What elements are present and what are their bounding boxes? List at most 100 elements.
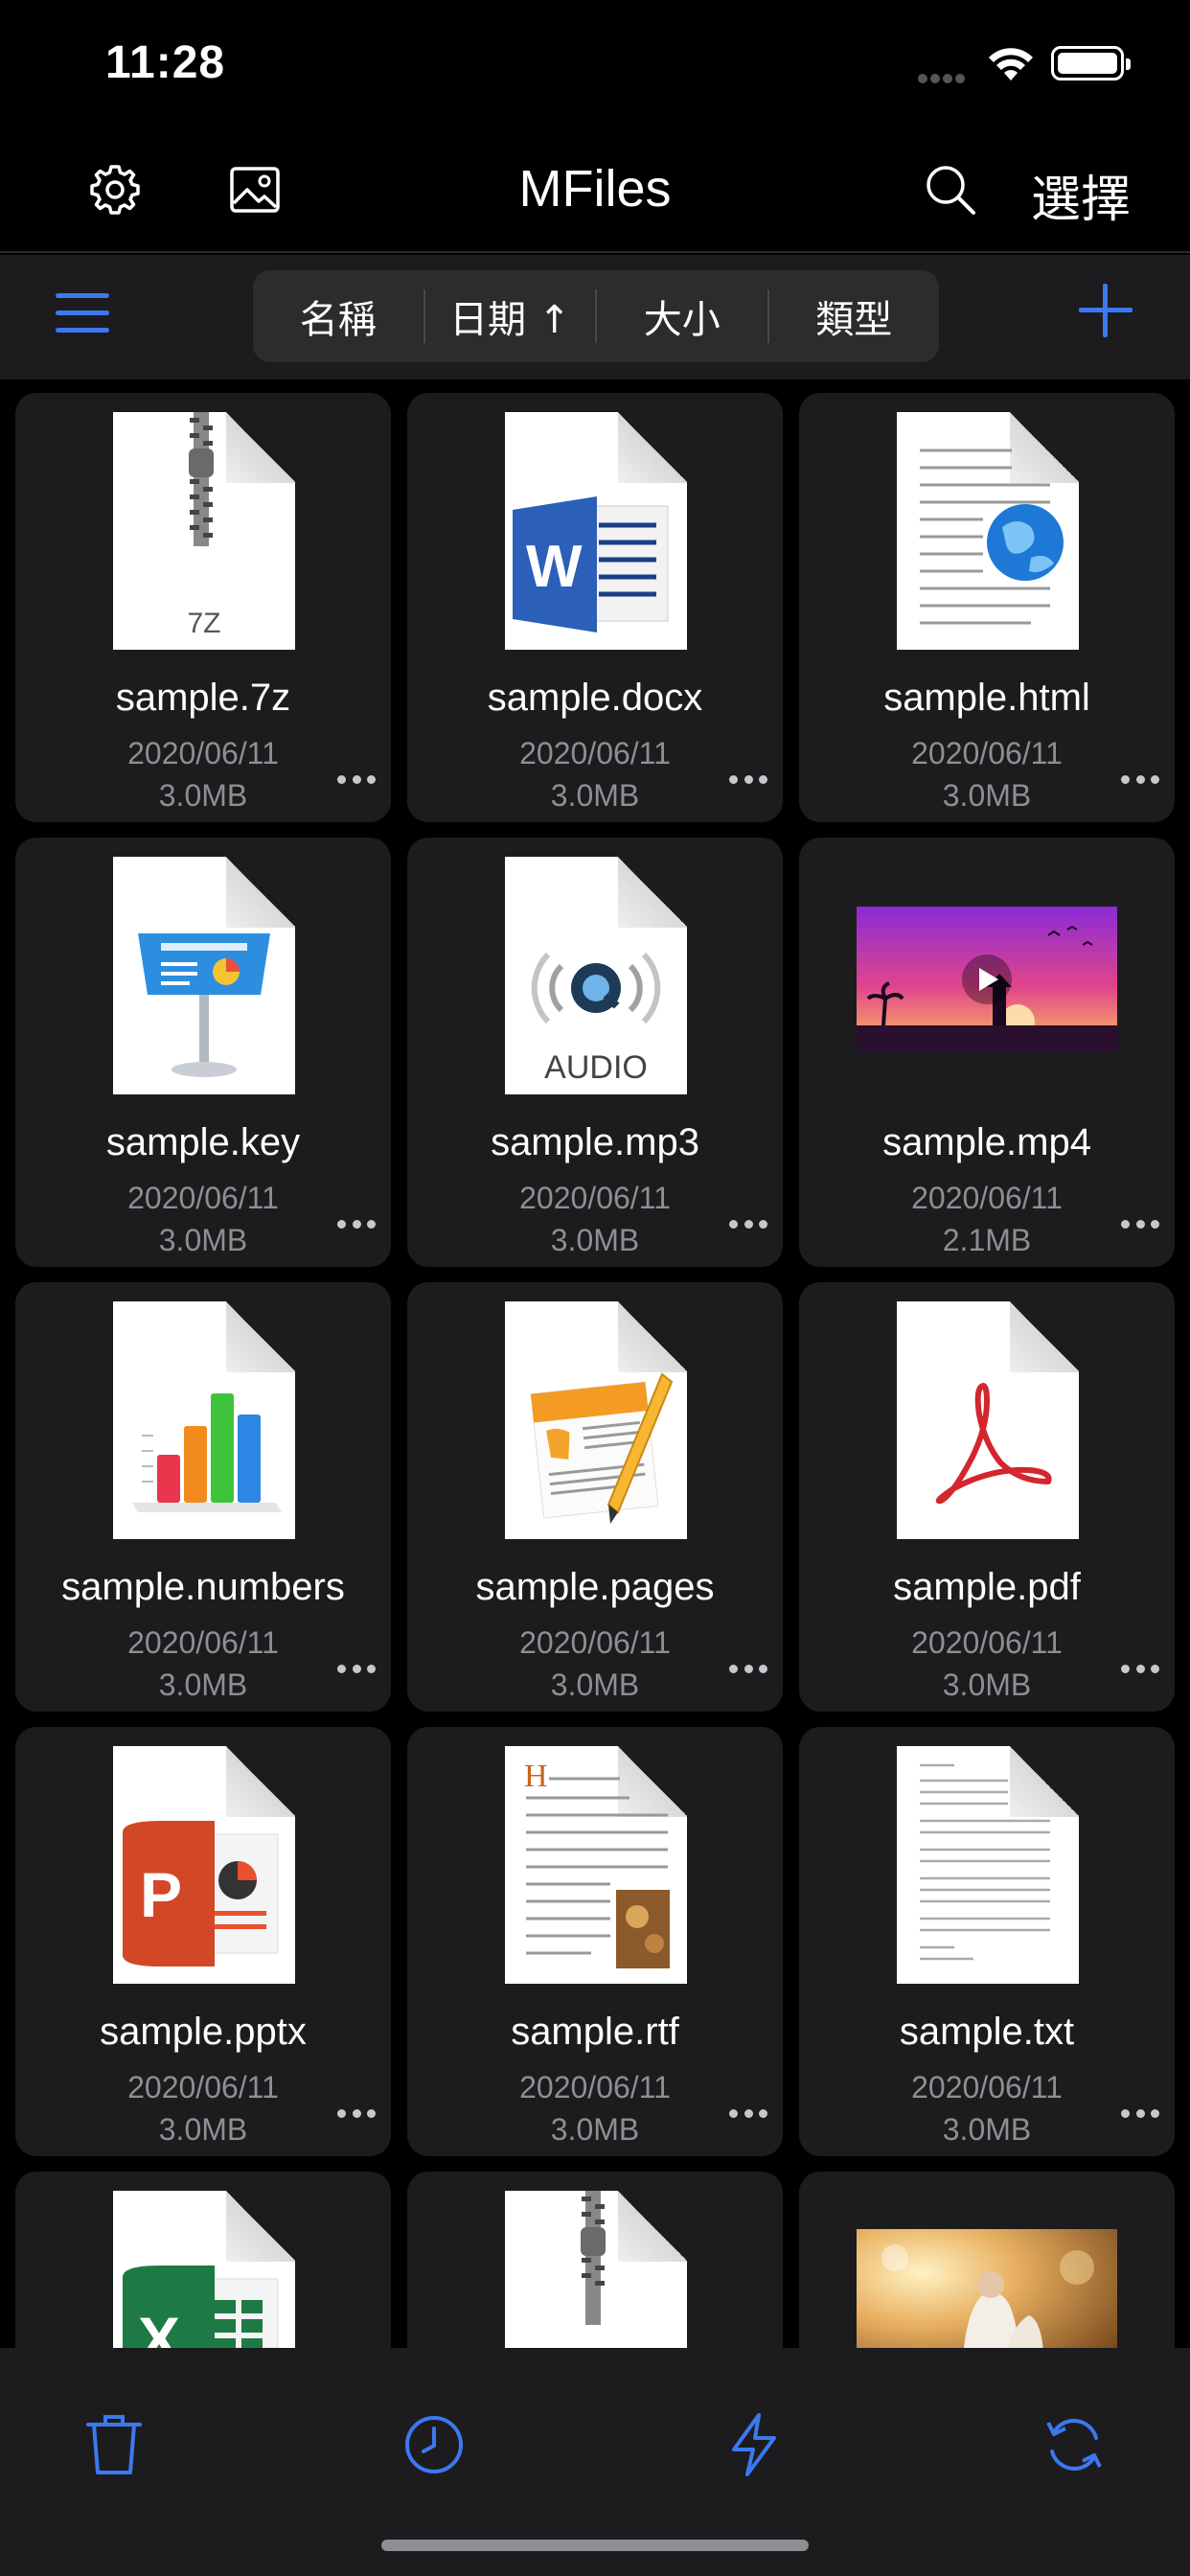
file-card[interactable]: sample.key 2020/06/11 3.0MB [15, 838, 391, 1267]
sync-icon[interactable] [1041, 2411, 1108, 2478]
cellular-signal-icon [918, 71, 972, 83]
file-date: 2020/06/11 [127, 736, 279, 770]
file-name: sample.docx [487, 677, 703, 719]
file-card[interactable]: P sample.pptx 2020/06/11 3.0MB [15, 1727, 391, 2156]
svg-text:W: W [526, 534, 583, 600]
numbers-document-icon [113, 1301, 295, 1539]
file-card[interactable]: H sample.rtf 2020/06/11 3.0MB [407, 1727, 783, 2156]
more-options-icon[interactable] [1121, 1217, 1159, 1230]
file-card[interactable]: sample.mp4 2020/06/11 2.1MB [799, 838, 1175, 1267]
menu-icon[interactable] [56, 293, 109, 339]
sort-by-size[interactable]: 大小 [597, 288, 767, 344]
file-name: sample.pptx [100, 2011, 307, 2053]
file-card[interactable] [799, 2172, 1175, 2348]
file-date: 2020/06/11 [127, 1181, 279, 1215]
sort-by-date[interactable]: 日期 ↑ [425, 288, 596, 344]
status-time: 11:28 [105, 37, 226, 88]
file-size: 3.0MB [550, 1223, 640, 1257]
file-size: 3.0MB [942, 778, 1032, 813]
file-date: 2020/06/11 [911, 2070, 1063, 2104]
image-thumbnail [857, 2229, 1117, 2348]
add-icon[interactable] [1079, 284, 1133, 337]
file-size: 3.0MB [158, 2112, 248, 2147]
file-name: sample.key [105, 1121, 301, 1163]
more-options-icon[interactable] [337, 1217, 376, 1230]
file-card[interactable]: sample.txt 2020/06/11 3.0MB [799, 1727, 1175, 2156]
file-size: 3.0MB [158, 1223, 248, 1257]
file-card[interactable]: W sample.docx 2020/06/11 3.0MB [407, 393, 783, 822]
more-options-icon[interactable] [729, 1217, 767, 1230]
file-date: 2020/06/11 [127, 2070, 279, 2104]
wifi-icon [989, 48, 1033, 80]
clock-icon[interactable] [400, 2411, 468, 2478]
file-name: sample.txt [899, 2011, 1075, 2053]
sort-toolbar: 名稱 日期 ↑ 大小 類型 [0, 255, 1190, 380]
file-card[interactable]: sample.pdf 2020/06/11 3.0MB [799, 1282, 1175, 1712]
file-date: 2020/06/11 [911, 1181, 1063, 1215]
file-type-label: 7Z [187, 608, 221, 639]
status-bar: 11:28 [0, 0, 1190, 125]
file-date: 2020/06/11 [519, 1181, 671, 1215]
file-date: 2020/06/11 [911, 736, 1063, 770]
navigation-bar: MFiles 選擇 [0, 125, 1190, 253]
more-options-icon[interactable] [729, 2106, 767, 2120]
trash-icon[interactable] [80, 2411, 148, 2478]
file-date: 2020/06/11 [519, 1625, 671, 1660]
file-size: 3.0MB [550, 2112, 640, 2147]
file-type-label: AUDIO [544, 1049, 648, 1086]
svg-text:P: P [140, 1859, 182, 1930]
word-document-icon: W [505, 412, 687, 650]
file-name: sample.pdf [893, 1566, 1081, 1608]
sort-segmented-control: 名稱 日期 ↑ 大小 類型 [253, 270, 939, 362]
sort-by-name[interactable]: 名稱 [253, 288, 423, 344]
file-card[interactable]: X [15, 2172, 391, 2348]
zip-archive-icon [505, 2191, 687, 2348]
file-name: sample.7z [115, 677, 291, 719]
pages-document-icon: PAGES [505, 1301, 687, 1539]
battery-icon [1051, 46, 1131, 80]
file-date: 2020/06/11 [127, 1625, 279, 1660]
search-icon[interactable] [922, 161, 979, 218]
rtf-document-icon: H [505, 1746, 687, 1984]
more-options-icon[interactable] [729, 772, 767, 786]
file-card[interactable]: sample.numbers 2020/06/11 3.0MB [15, 1282, 391, 1712]
file-date: 2020/06/11 [519, 2070, 671, 2104]
file-name: sample.html [883, 677, 1090, 719]
file-date: 2020/06/11 [911, 1625, 1063, 1660]
file-card[interactable]: PAGES sample.pages 2020/06/11 3.0MB [407, 1282, 783, 1712]
file-grid: 7Z sample.7z 2020/06/11 3.0MB W sample.d… [0, 380, 1190, 2348]
file-size: 3.0MB [550, 778, 640, 813]
svg-text:H: H [524, 1759, 548, 1794]
more-options-icon[interactable] [1121, 2106, 1159, 2120]
file-card[interactable]: 7Z sample.7z 2020/06/11 3.0MB [15, 393, 391, 822]
sort-by-type[interactable]: 類型 [769, 288, 940, 344]
file-card[interactable]: sample.html 2020/06/11 3.0MB [799, 393, 1175, 822]
file-name: sample.pages [475, 1566, 715, 1608]
select-button[interactable]: 選擇 [1031, 159, 1131, 231]
file-card[interactable]: AUDIO sample.mp3 2020/06/11 3.0MB [407, 838, 783, 1267]
lightning-icon[interactable] [721, 2411, 788, 2478]
more-options-icon[interactable] [337, 2106, 376, 2120]
file-size: 3.0MB [158, 1668, 248, 1702]
file-name: sample.numbers [61, 1566, 345, 1608]
more-options-icon[interactable] [729, 1662, 767, 1675]
more-options-icon[interactable] [1121, 772, 1159, 786]
more-options-icon[interactable] [1121, 1662, 1159, 1675]
file-card[interactable] [407, 2172, 783, 2348]
text-document-icon [897, 1746, 1079, 1984]
excel-document-icon: X [113, 2191, 295, 2348]
app-title: MFiles [518, 160, 672, 218]
svg-text:X: X [138, 2304, 180, 2348]
more-options-icon[interactable] [337, 1662, 376, 1675]
file-size: 3.0MB [550, 1668, 640, 1702]
video-thumbnail [857, 907, 1117, 1052]
more-options-icon[interactable] [337, 772, 376, 786]
file-name: sample.rtf [511, 2011, 679, 2053]
file-size: 3.0MB [942, 1668, 1032, 1702]
file-date: 2020/06/11 [519, 736, 671, 770]
keynote-document-icon [113, 857, 295, 1094]
file-size: 3.0MB [158, 778, 248, 813]
file-name: sample.mp3 [491, 1121, 699, 1163]
zip-archive-icon: 7Z [113, 412, 295, 650]
pdf-document-icon [897, 1301, 1079, 1539]
